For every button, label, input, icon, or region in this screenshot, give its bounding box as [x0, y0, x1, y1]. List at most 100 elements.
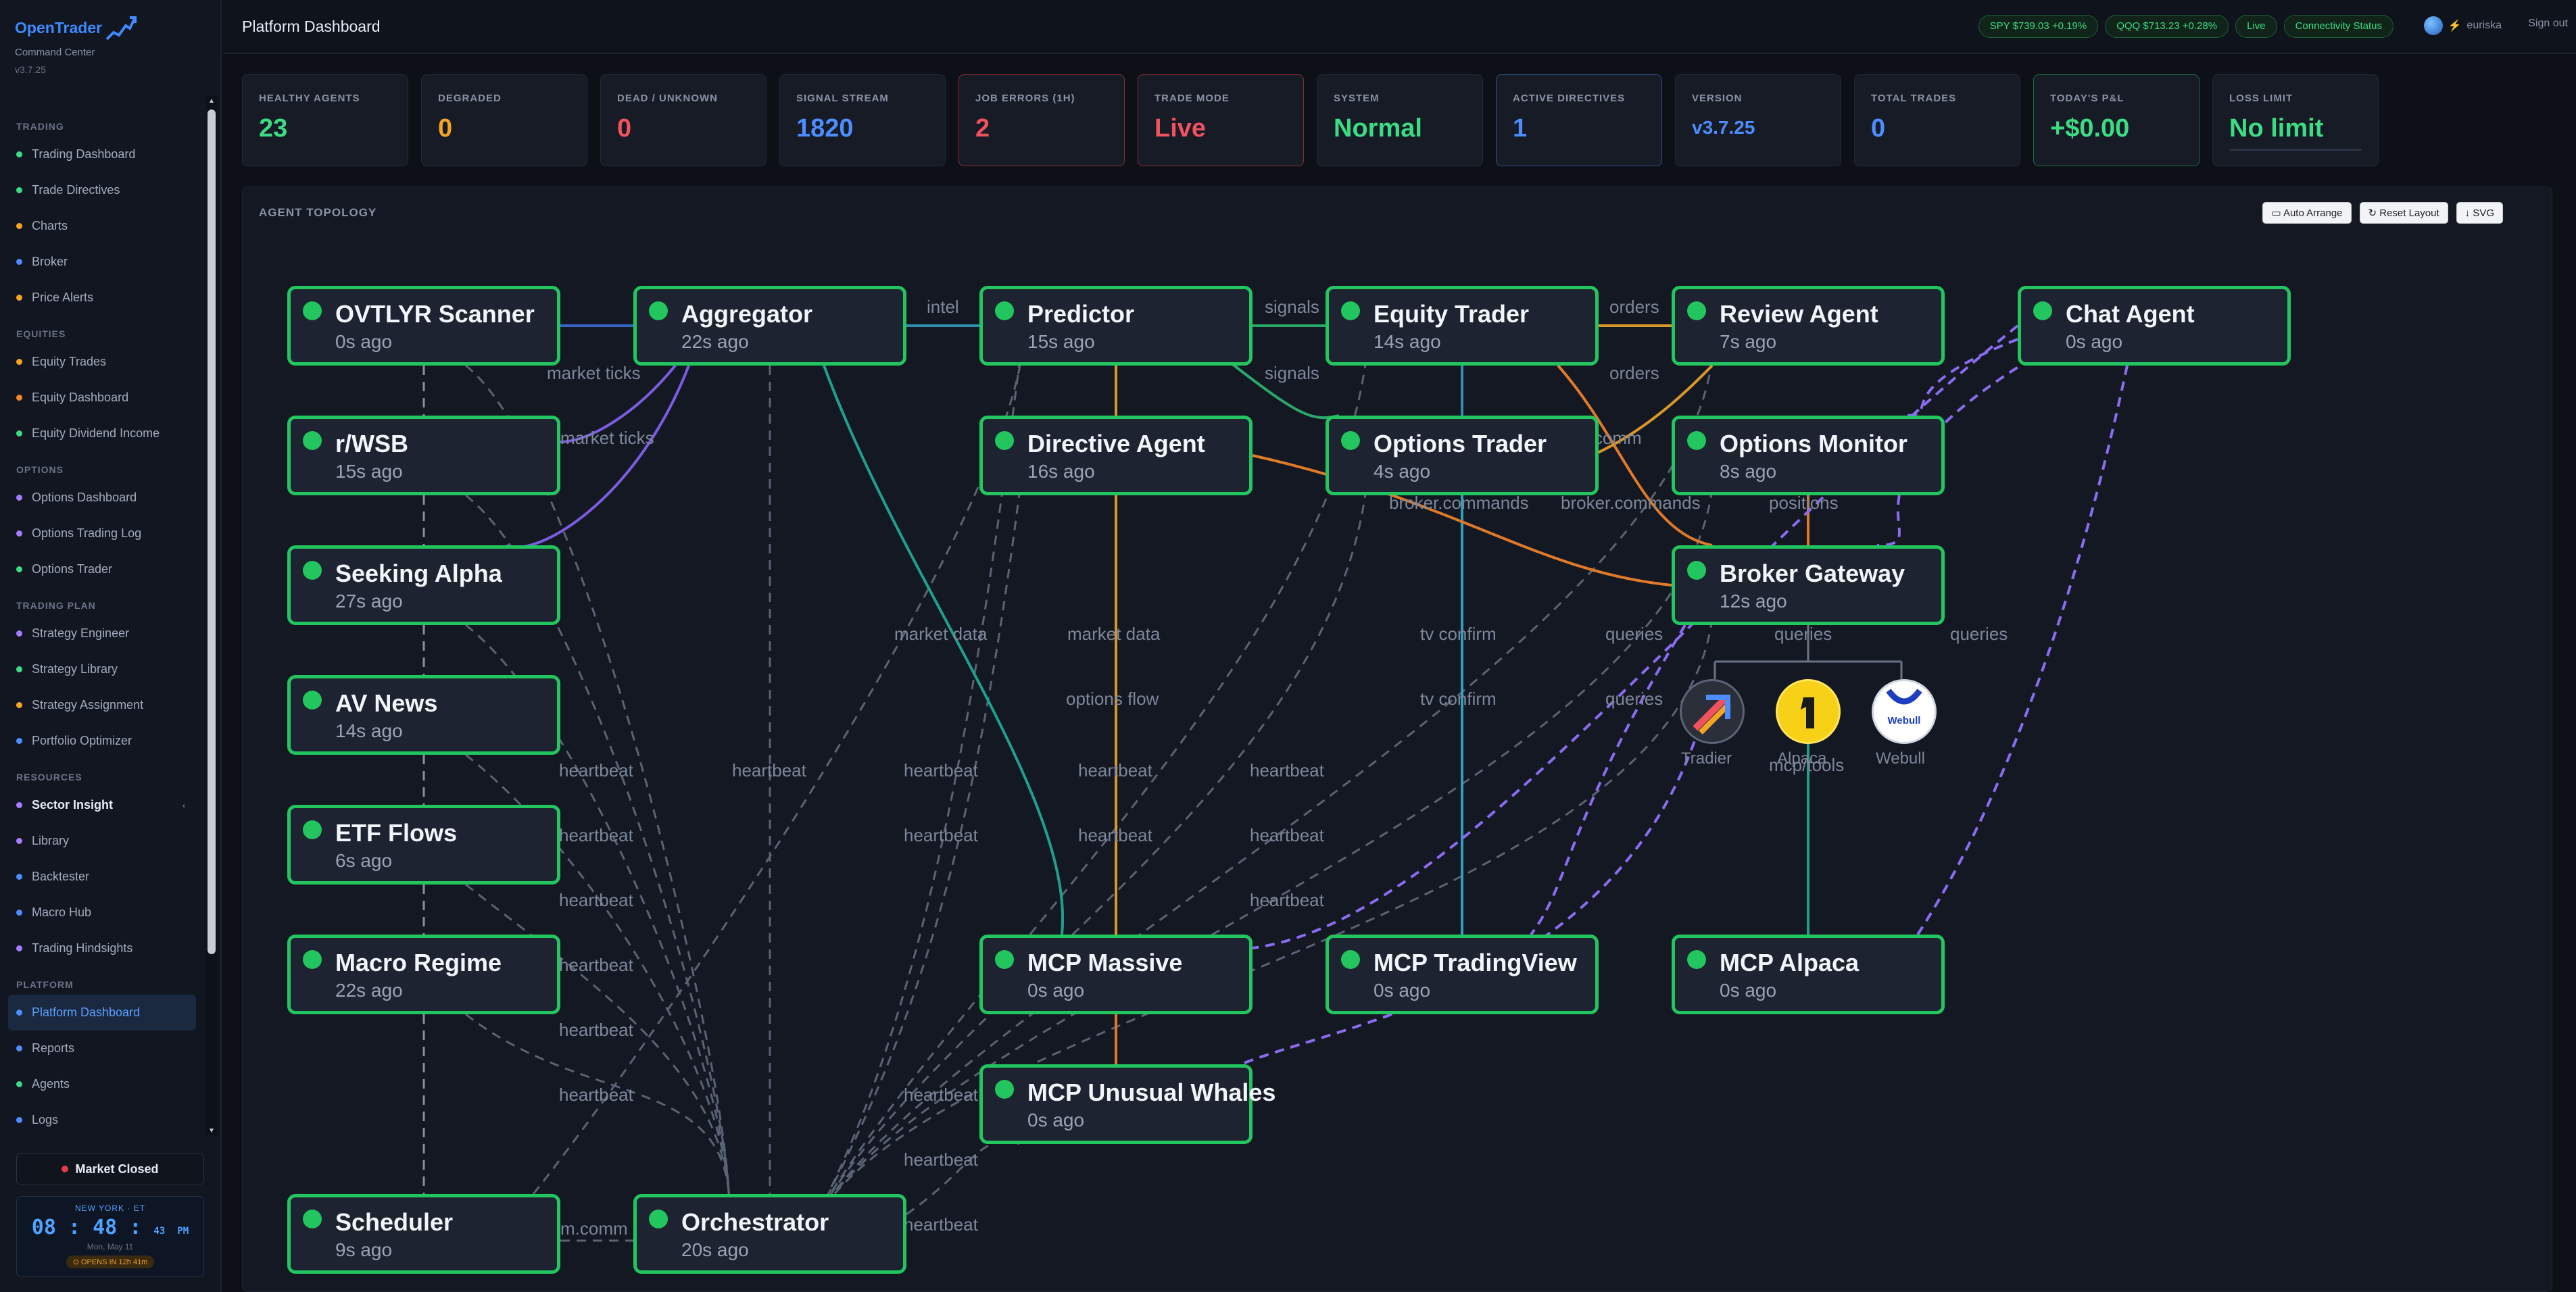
sidebar-item-platform-dashboard[interactable]: Platform Dashboard	[8, 995, 196, 1030]
edge-label-orders: orders	[1609, 297, 1659, 317]
sidebar-item-equity-trades[interactable]: Equity Trades	[8, 344, 196, 380]
alpaca-icon[interactable]	[1776, 679, 1841, 744]
status-pill-connectivity-status[interactable]: Connectivity Status	[2283, 15, 2393, 38]
agent-node-equity[interactable]: Equity Trader 14s ago	[1326, 286, 1599, 366]
stat-card-active-directives: ACTIVE DIRECTIVES 1	[1496, 74, 1662, 166]
edge-label-queries: queries	[1774, 624, 1832, 644]
agent-node-optionstrader[interactable]: Options Trader 4s ago	[1326, 416, 1599, 495]
edge-label-heartbeat: heartbeat	[1250, 825, 1324, 845]
nav-dot-icon	[16, 530, 22, 537]
sidebar-item-logs[interactable]: Logs	[8, 1102, 196, 1138]
nav-dot-icon	[16, 1117, 22, 1123]
health-status-dot-icon	[303, 1210, 322, 1228]
agent-node-rwsb[interactable]: r/WSB 15s ago	[287, 416, 560, 495]
sidebar-nav: TRADING Trading Dashboard Trade Directives…	[0, 108, 203, 1138]
agent-node-broker[interactable]: Broker Gateway 12s ago	[1672, 545, 1945, 625]
stat-value: Live	[1155, 114, 1207, 143]
sidebar-item-options-trading-log[interactable]: Options Trading Log	[8, 516, 196, 551]
agent-name: Options Trader	[1374, 430, 1547, 457]
nav-dot-icon	[16, 566, 22, 572]
agent-name: AV News	[335, 689, 438, 717]
edge-label-heartbeat: heartbeat	[732, 760, 806, 780]
status-pill-live[interactable]: Live	[2235, 15, 2277, 38]
sidebar-item-label: Reports	[32, 1041, 75, 1055]
edge-label-heartbeat: heartbeat	[559, 890, 633, 910]
sidebar-item-backtester[interactable]: Backtester	[8, 859, 196, 895]
sidebar-item-equity-dashboard[interactable]: Equity Dashboard	[8, 380, 196, 416]
sidebar-item-portfolio-optimizer[interactable]: Portfolio Optimizer	[8, 723, 196, 759]
download-svg-button[interactable]: ↓ SVG	[2456, 202, 2503, 224]
sidebar-item-macro-hub[interactable]: Macro Hub	[8, 895, 196, 930]
agent-node-mcpmassive[interactable]: MCP Massive 0s ago	[979, 935, 1253, 1014]
status-pill-qqq-713-23-0-28[interactable]: QQQ $713.23 +0.28%	[2105, 15, 2229, 38]
edge-label-queries: queries	[1950, 624, 2008, 644]
sidebar-item-price-alerts[interactable]: Price Alerts	[8, 280, 196, 316]
sidebar-item-trading-dashboard[interactable]: Trading Dashboard	[8, 136, 196, 172]
health-status-dot-icon	[1687, 950, 1706, 969]
health-status-dot-icon	[1341, 301, 1360, 320]
health-status-dot-icon	[995, 301, 1014, 320]
agent-node-seeking[interactable]: Seeking Alpha 27s ago	[287, 545, 560, 625]
chevron-left-icon[interactable]: ‹	[183, 801, 185, 810]
agent-node-predictor[interactable]: Predictor 15s ago	[979, 286, 1253, 366]
agent-node-avnews[interactable]: AV News 14s ago	[287, 675, 560, 755]
sidebar-item-charts[interactable]: Charts	[8, 208, 196, 244]
health-status-dot-icon	[303, 301, 322, 320]
user-menu[interactable]: ⚡ euriska	[2423, 16, 2502, 35]
sidebar-item-options-dashboard[interactable]: Options Dashboard	[8, 480, 196, 516]
agent-node-aggregator[interactable]: Aggregator 22s ago	[633, 286, 906, 366]
agent-node-directive[interactable]: Directive Agent 16s ago	[979, 416, 1253, 495]
edge-label-queries: queries	[1605, 689, 1663, 709]
scroll-down-arrow-icon[interactable]: ▼	[208, 1127, 216, 1135]
edge-label-heartbeat: heartbeat	[1250, 760, 1324, 780]
clock-hours: 08	[31, 1216, 56, 1239]
brand[interactable]: OpenTrader Command Center v3.7.25	[15, 19, 102, 75]
sidebar-item-strategy-engineer[interactable]: Strategy Engineer	[8, 616, 196, 651]
stat-value: No limit	[2229, 114, 2324, 143]
agent-node-mcpuw[interactable]: MCP Unusual Whales 0s ago	[979, 1064, 1275, 1144]
tradier-icon[interactable]	[1680, 679, 1745, 744]
edge-label-heartbeat: heartbeat	[904, 825, 978, 845]
sidebar-item-reports[interactable]: Reports	[8, 1030, 196, 1066]
sidebar-item-label: Macro Hub	[32, 905, 92, 919]
agent-name: Seeking Alpha	[335, 560, 502, 587]
sidebar-item-trade-directives[interactable]: Trade Directives	[8, 172, 196, 208]
nav-dot-icon	[16, 187, 22, 193]
stat-label: ACTIVE DIRECTIVES	[1513, 93, 1626, 104]
stat-value: 0	[438, 114, 453, 143]
agent-node-mcpalpaca[interactable]: MCP Alpaca 0s ago	[1672, 935, 1945, 1014]
agent-node-scheduler[interactable]: Scheduler 9s ago	[287, 1194, 560, 1274]
edge-label-heartbeat: heartbeat	[559, 955, 633, 975]
sidebar-item-strategy-assignment[interactable]: Strategy Assignment	[8, 687, 196, 723]
agent-node-etf[interactable]: ETF Flows 6s ago	[287, 805, 560, 885]
agent-node-chat[interactable]: Chat Agent 0s ago	[2018, 286, 2291, 366]
sidebar-item-strategy-library[interactable]: Strategy Library	[8, 651, 196, 687]
sidebar-item-broker[interactable]: Broker	[8, 244, 196, 280]
sidebar-item-sector-insight[interactable]: Sector Insight ‹	[8, 787, 196, 823]
webull-icon[interactable]: Webull	[1872, 679, 1937, 744]
edge-label-market-data: market data	[894, 624, 988, 644]
status-pill-spy-739-03-0-19[interactable]: SPY $739.03 +0.19%	[1978, 15, 2099, 38]
edge-label-heartbeat: heartbeat	[559, 1085, 633, 1105]
agent-node-optionsmon[interactable]: Options Monitor 8s ago	[1672, 416, 1945, 495]
sidebar-item-library[interactable]: Library	[8, 823, 196, 859]
sidebar-item-trading-hindsights[interactable]: Trading Hindsights	[8, 930, 196, 966]
health-status-dot-icon	[995, 950, 1014, 969]
agent-node-macro[interactable]: Macro Regime 22s ago	[287, 935, 560, 1014]
agent-node-orchestrator[interactable]: Orchestrator 20s ago	[633, 1194, 906, 1274]
sidebar-item-options-trader[interactable]: Options Trader	[8, 551, 196, 587]
agent-name: MCP Massive	[1027, 949, 1183, 976]
scroll-up-arrow-icon[interactable]: ▲	[208, 97, 216, 105]
auto-arrange-button[interactable]: ▭ Auto Arrange	[2262, 202, 2352, 224]
scroll-thumb[interactable]	[208, 109, 216, 954]
sign-out-link[interactable]: Sign out	[2528, 18, 2568, 30]
sidebar-scrollbar[interactable]: ▲ ▼	[205, 96, 218, 1137]
reset-layout-button[interactable]: ↻ Reset Layout	[2359, 202, 2448, 224]
sidebar-item-agents[interactable]: Agents	[8, 1066, 196, 1102]
agent-node-ovtlyr[interactable]: OVTLYR Scanner 0s ago	[287, 286, 560, 366]
agent-last-seen: 8s ago	[1720, 461, 1777, 482]
agent-node-mcptv[interactable]: MCP TradingView 0s ago	[1326, 935, 1599, 1014]
agent-node-review[interactable]: Review Agent 7s ago	[1672, 286, 1945, 366]
sidebar-item-equity-dividend-income[interactable]: Equity Dividend Income	[8, 416, 196, 451]
edge-label-options-flow: options flow	[1066, 689, 1159, 709]
